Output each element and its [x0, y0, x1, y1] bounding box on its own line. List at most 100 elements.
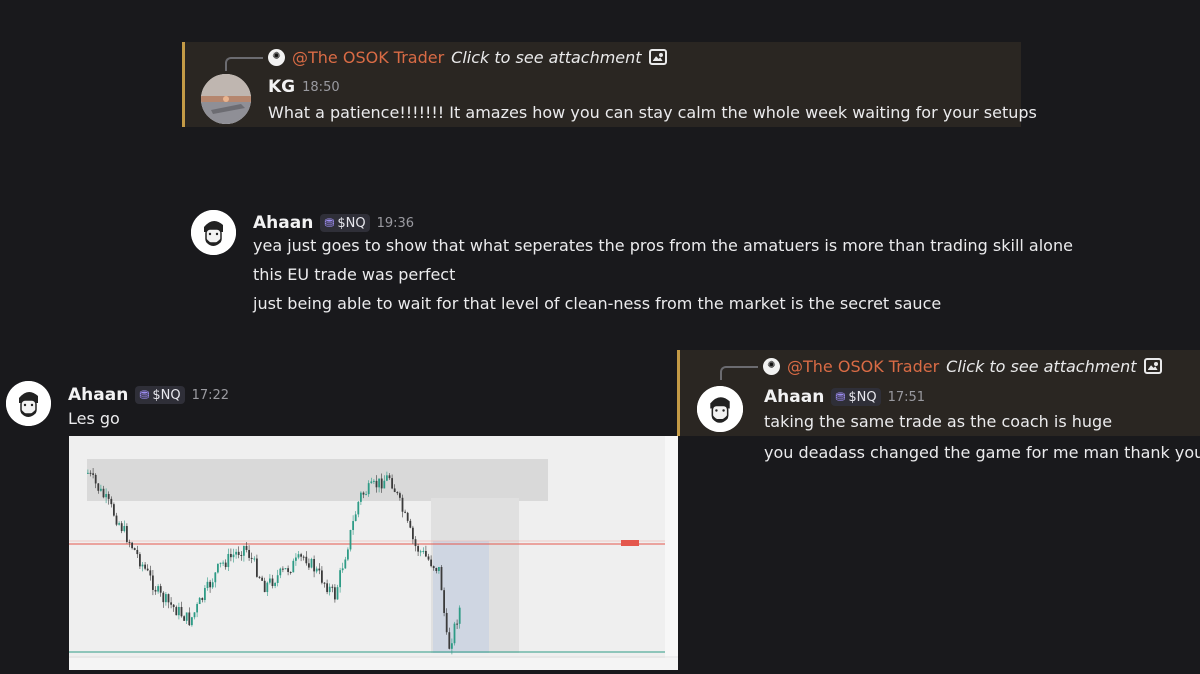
- avatar[interactable]: [191, 210, 236, 255]
- reply-reference[interactable]: ✺ @The OSOK Trader Click to see attachme…: [763, 355, 1162, 377]
- candle-body: [248, 549, 250, 558]
- candle-body: [295, 557, 297, 561]
- candle-body: [245, 545, 248, 550]
- candle-body: [425, 550, 427, 557]
- candle-body: [230, 553, 232, 558]
- role-badge[interactable]: ⛃ $NQ: [831, 388, 881, 406]
- candle-body: [308, 563, 310, 568]
- chart-attachment-image[interactable]: [69, 436, 678, 670]
- candle-body: [100, 488, 102, 491]
- click-to-see-attachment[interactable]: Click to see attachment: [946, 357, 1136, 376]
- role-badge[interactable]: ⛃ $NQ: [320, 214, 370, 232]
- image-icon[interactable]: [648, 49, 667, 65]
- candle-body: [427, 556, 430, 560]
- candle-body: [227, 553, 230, 568]
- role-badge[interactable]: ⛃ $NQ: [135, 386, 185, 404]
- candle-body: [300, 554, 302, 557]
- candle-body: [349, 530, 352, 550]
- candle-body: [318, 568, 321, 571]
- candle-body: [432, 566, 435, 568]
- candle-body: [146, 568, 149, 571]
- image-icon[interactable]: [1143, 358, 1162, 374]
- candle-body: [305, 556, 308, 564]
- candle-body: [141, 564, 144, 567]
- candle-body: [456, 623, 458, 625]
- candle-body: [409, 520, 412, 528]
- candle-body: [282, 568, 284, 570]
- candle-body: [445, 612, 448, 633]
- candle-body: [144, 564, 146, 569]
- candle-body: [266, 582, 269, 593]
- candle-body: [165, 594, 167, 603]
- avatar[interactable]: [6, 381, 51, 426]
- username[interactable]: Ahaan: [68, 385, 128, 405]
- username[interactable]: Ahaan: [764, 387, 824, 407]
- candle-body: [128, 541, 131, 543]
- candle-body: [279, 568, 282, 576]
- candle-body: [219, 562, 222, 564]
- candle-body: [383, 480, 386, 489]
- candle-body: [263, 580, 266, 593]
- candle-body: [386, 475, 388, 481]
- candle-body: [180, 606, 183, 617]
- candle-body: [209, 581, 211, 588]
- candle-body: [167, 594, 170, 603]
- candle-body: [152, 575, 154, 590]
- candle-body: [321, 570, 323, 583]
- candle-body: [310, 559, 313, 568]
- candle-body: [352, 521, 354, 531]
- candle-body: [451, 643, 453, 649]
- candle-body: [448, 632, 451, 649]
- candle-body: [235, 551, 237, 555]
- username[interactable]: KG: [268, 77, 295, 97]
- osok-logo-icon: ✺: [268, 48, 285, 66]
- candle-body: [94, 474, 97, 484]
- message-line: you deadass changed the game for me man …: [764, 443, 1200, 462]
- candle-body: [443, 590, 445, 613]
- username[interactable]: Ahaan: [253, 213, 313, 233]
- candle-body: [105, 494, 107, 498]
- avatar[interactable]: [697, 386, 743, 432]
- candle-body: [341, 568, 344, 571]
- candle-body: [334, 587, 336, 600]
- candle-body: [102, 488, 105, 498]
- candle-body: [110, 498, 113, 505]
- timestamp: 18:50: [302, 79, 340, 95]
- candle-body: [120, 523, 123, 532]
- candle-body: [276, 575, 279, 583]
- role-icon: ⛃: [139, 388, 150, 402]
- candle-body: [370, 481, 373, 484]
- timestamp: 19:36: [376, 215, 415, 231]
- reply-reference[interactable]: ✺ @The OSOK Trader Click to see attachme…: [268, 46, 667, 68]
- candle-body: [269, 578, 271, 583]
- candle-body: [422, 550, 425, 552]
- candle-body: [123, 526, 126, 532]
- candle-body: [136, 549, 139, 555]
- candle-body: [331, 586, 334, 588]
- candle-body: [284, 568, 287, 570]
- candle-body: [201, 597, 204, 601]
- candle-body: [453, 623, 456, 644]
- candle-body: [414, 539, 417, 547]
- candle-body: [323, 582, 326, 584]
- candle-body: [404, 511, 406, 513]
- role-icon: ⛃: [324, 216, 335, 230]
- candle-body: [196, 604, 198, 613]
- candle-body: [211, 582, 214, 588]
- mention-osok-trader[interactable]: @The OSOK Trader: [787, 357, 939, 376]
- candle-body: [373, 480, 375, 482]
- candle-body: [339, 570, 341, 588]
- candle-body: [399, 493, 401, 498]
- candle-body: [243, 545, 245, 556]
- click-to-see-attachment[interactable]: Click to see attachment: [451, 48, 641, 67]
- candle-body: [440, 566, 443, 591]
- candle-body: [185, 612, 188, 621]
- candle-body: [178, 606, 180, 616]
- avatar[interactable]: [201, 74, 251, 124]
- candle-body: [258, 576, 261, 578]
- candle-body: [232, 554, 235, 558]
- mention-osok-trader[interactable]: @The OSOK Trader: [292, 48, 444, 67]
- candle-body: [313, 559, 315, 572]
- candle-body: [393, 488, 396, 492]
- candle-body: [302, 556, 305, 558]
